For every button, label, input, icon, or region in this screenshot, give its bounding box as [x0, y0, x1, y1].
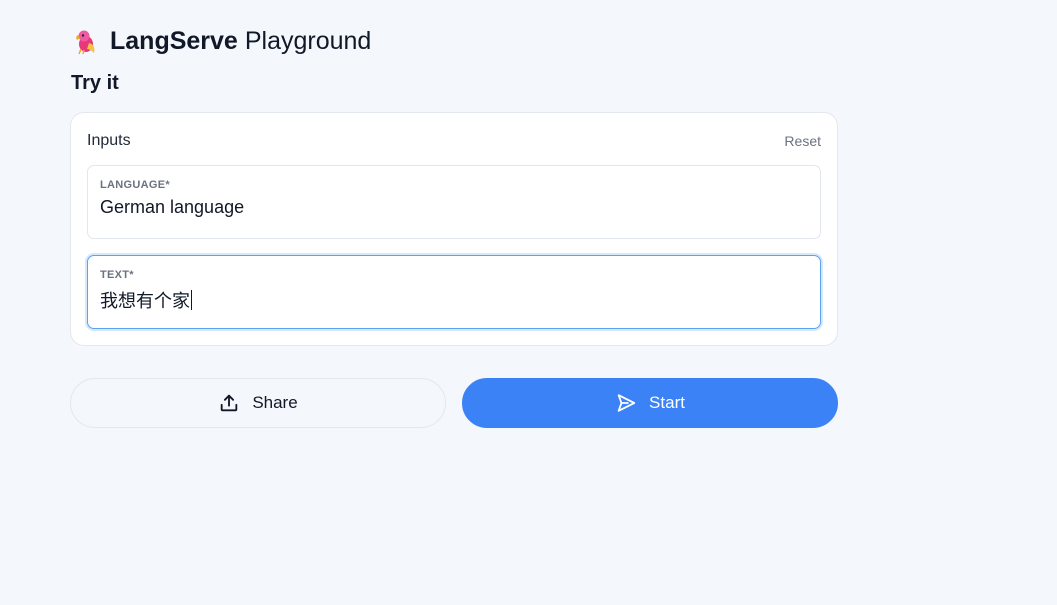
section-title: Try it [71, 72, 119, 94]
language-field-label: LANGUAGE* [100, 179, 170, 191]
text-input[interactable]: 我想有个家 [100, 291, 190, 311]
app-title-subtitle: Playground [244, 26, 372, 55]
inputs-card-header: Inputs Reset [87, 132, 821, 150]
text-input-wrapper[interactable]: 我想有个家 [100, 287, 808, 313]
share-button[interactable]: Share [70, 378, 446, 428]
language-field[interactable]: LANGUAGE* German language [87, 165, 821, 239]
playground-page: LangServe Playground Try it Inputs Reset… [0, 0, 1057, 605]
reset-button[interactable]: Reset [784, 133, 821, 149]
text-cursor [191, 290, 192, 310]
send-icon [615, 392, 637, 414]
text-field-label: TEXT* [100, 269, 134, 281]
inputs-card: Inputs Reset LANGUAGE* German language T… [70, 112, 838, 346]
start-button[interactable]: Start [462, 378, 838, 428]
language-input[interactable]: German language [100, 197, 808, 218]
start-button-label: Start [649, 393, 685, 412]
share-upload-icon [218, 392, 240, 414]
app-title-brand: LangServe [110, 26, 238, 55]
parrot-icon [72, 27, 100, 55]
text-field[interactable]: TEXT* 我想有个家 [87, 255, 821, 329]
app-header: LangServe Playground [72, 24, 371, 58]
inputs-label: Inputs [87, 132, 131, 149]
share-button-label: Share [252, 393, 298, 412]
